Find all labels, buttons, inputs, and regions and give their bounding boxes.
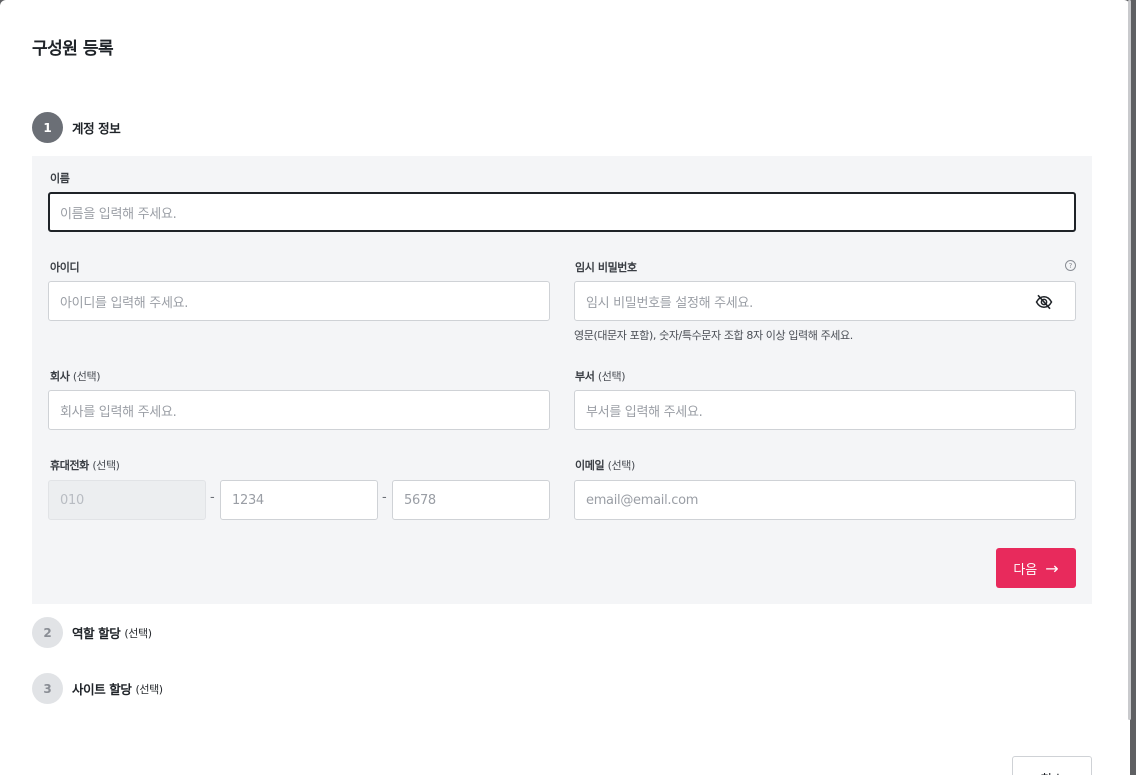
cancel-button[interactable]: 취소 bbox=[1012, 756, 1092, 775]
phone-label: 휴대전화 (선택) bbox=[50, 457, 120, 473]
password-placeholder: 임시 비밀번호를 설정해 주세요. bbox=[586, 295, 753, 311]
phone-prefix-input: 010 bbox=[48, 480, 206, 520]
step-site-assignment[interactable]: 3 사이트 할당 (선택) bbox=[32, 673, 163, 704]
eye-off-icon[interactable] bbox=[1035, 293, 1053, 311]
password-hint: 영문(대문자 포함), 숫자/특수문자 조합 8자 이상 입력해 주세요. bbox=[574, 329, 853, 342]
email-label-text: 이메일 bbox=[575, 459, 605, 472]
email-optional: (선택) bbox=[607, 459, 636, 472]
company-optional: (선택) bbox=[72, 370, 101, 383]
phone-separator: - bbox=[382, 490, 387, 505]
next-button-label: 다음 bbox=[1013, 562, 1038, 578]
phone-last-input[interactable]: 5678 bbox=[392, 480, 550, 520]
company-input[interactable]: 회사를 입력해 주세요. bbox=[48, 390, 550, 430]
scrollbar[interactable] bbox=[1128, 0, 1131, 720]
name-input[interactable]: 이름을 입력해 주세요. bbox=[48, 192, 1076, 232]
step-number: 2 bbox=[32, 617, 63, 648]
step-number: 1 bbox=[32, 112, 63, 143]
step-role-assignment[interactable]: 2 역할 할당 (선택) bbox=[32, 617, 152, 648]
name-label: 이름 bbox=[50, 172, 70, 185]
password-input[interactable]: 임시 비밀번호를 설정해 주세요. bbox=[574, 281, 1076, 321]
password-label: 임시 비밀번호 bbox=[575, 261, 637, 274]
step-label: 계정 정보 bbox=[72, 121, 121, 136]
department-label-text: 부서 bbox=[575, 370, 595, 383]
phone-optional: (선택) bbox=[92, 459, 120, 472]
phone-label-text: 휴대전화 bbox=[50, 459, 89, 472]
department-input[interactable]: 부서를 입력해 주세요. bbox=[574, 390, 1076, 430]
department-label: 부서 (선택) bbox=[575, 368, 626, 384]
company-placeholder: 회사를 입력해 주세요. bbox=[60, 404, 177, 420]
name-placeholder: 이름을 입력해 주세요. bbox=[60, 206, 177, 222]
arrow-right-icon: → bbox=[1045, 558, 1059, 578]
account-info-panel: 이름 이름을 입력해 주세요. 아이디 아이디를 입력해 주세요. 임시 비밀번… bbox=[32, 156, 1092, 604]
step-number: 3 bbox=[32, 673, 63, 704]
id-input[interactable]: 아이디를 입력해 주세요. bbox=[48, 281, 550, 321]
step-label: 역할 할당 bbox=[72, 626, 121, 641]
company-label: 회사 (선택) bbox=[50, 368, 101, 384]
email-placeholder: email@email.com bbox=[586, 492, 699, 508]
question-circle-icon[interactable]: ? bbox=[1065, 260, 1076, 271]
cancel-button-label: 취소 bbox=[1040, 769, 1064, 775]
register-member-modal: 구성원 등록 1 계정 정보 이름 이름을 입력해 주세요. 아이디 아이디를 … bbox=[0, 0, 1130, 775]
next-button[interactable]: 다음 → bbox=[996, 548, 1076, 588]
phone-last-placeholder: 5678 bbox=[404, 492, 436, 508]
modal-title: 구성원 등록 bbox=[32, 39, 114, 59]
step-label: 사이트 할당 bbox=[72, 682, 132, 697]
phone-middle-placeholder: 1234 bbox=[232, 492, 264, 508]
step-account-info[interactable]: 1 계정 정보 bbox=[32, 112, 121, 143]
step-optional: (선택) bbox=[124, 626, 152, 640]
id-label: 아이디 bbox=[50, 261, 80, 274]
phone-middle-input[interactable]: 1234 bbox=[220, 480, 378, 520]
email-label: 이메일 (선택) bbox=[575, 457, 635, 473]
department-placeholder: 부서를 입력해 주세요. bbox=[586, 404, 703, 420]
company-label-text: 회사 bbox=[50, 370, 70, 383]
email-input[interactable]: email@email.com bbox=[574, 480, 1076, 520]
phone-separator: - bbox=[210, 490, 215, 505]
id-placeholder: 아이디를 입력해 주세요. bbox=[60, 295, 189, 311]
department-optional: (선택) bbox=[597, 370, 626, 383]
step-optional: (선택) bbox=[135, 682, 163, 696]
phone-prefix-value: 010 bbox=[60, 492, 84, 508]
